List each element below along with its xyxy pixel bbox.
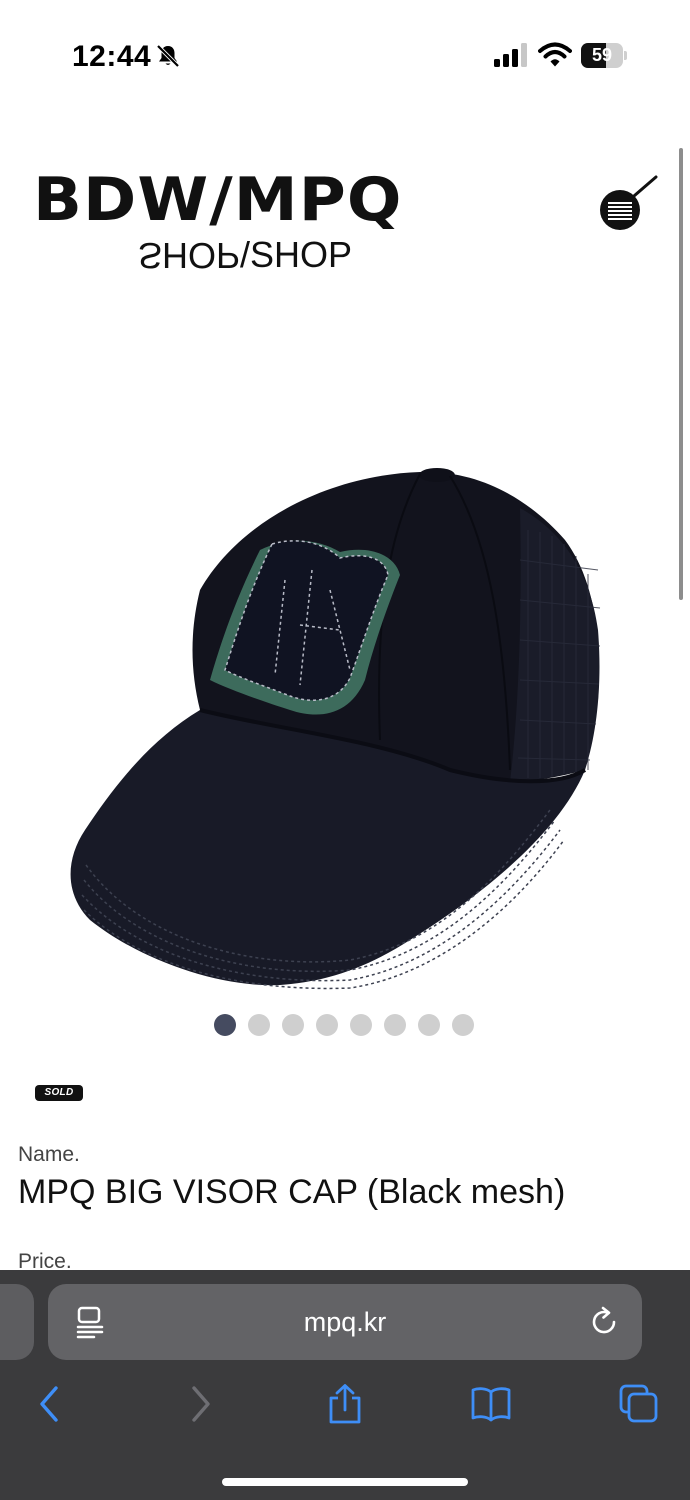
carousel-dot[interactable] (384, 1014, 406, 1036)
previous-tab-preview[interactable] (0, 1284, 34, 1360)
carousel-dot[interactable] (214, 1014, 236, 1036)
back-icon[interactable] (30, 1384, 70, 1424)
image-carousel-dots (214, 1014, 474, 1036)
address-bar[interactable]: mpq.kr (48, 1284, 642, 1360)
share-icon[interactable] (325, 1384, 365, 1424)
tabs-icon[interactable] (618, 1384, 658, 1424)
carousel-dot[interactable] (418, 1014, 440, 1036)
reader-icon[interactable] (76, 1306, 106, 1340)
product-name: MPQ BIG VISOR CAP (Black mesh) (18, 1173, 566, 1211)
battery-level-text: 59 (591, 45, 613, 65)
reload-icon[interactable] (588, 1306, 620, 1338)
carousel-dot[interactable] (350, 1014, 372, 1036)
carousel-dot[interactable] (282, 1014, 304, 1036)
carousel-dot[interactable] (452, 1014, 474, 1036)
forward-icon[interactable] (180, 1384, 220, 1424)
logo-subtitle-flipped: SHOP (138, 235, 241, 276)
carousel-dot[interactable] (248, 1014, 270, 1036)
battery-tip (624, 51, 627, 60)
hamburger-menu-icon[interactable] (598, 174, 660, 234)
logo-subtitle: SHOP/SHOP (138, 234, 353, 277)
sold-badge: SOLD (35, 1085, 83, 1101)
status-bar: 12:44 59 (0, 0, 690, 110)
home-indicator[interactable] (222, 1478, 468, 1486)
battery-body: 59 (581, 43, 623, 68)
scroll-indicator[interactable] (679, 148, 683, 600)
cellular-signal-icon (494, 43, 527, 67)
site-logo[interactable]: BDW/MPQ (33, 170, 403, 230)
bookmarks-icon[interactable] (471, 1384, 511, 1424)
carousel-dot[interactable] (316, 1014, 338, 1036)
page: 12:44 59 BDW/MPQ SHOP/SHOP SOLD Name. MP… (0, 0, 690, 1500)
name-label: Name. (18, 1143, 80, 1166)
bell-slash-icon (156, 44, 180, 68)
status-time: 12:44 (72, 40, 152, 73)
url-text: mpq.kr (303, 1307, 387, 1337)
battery-icon: 59 (581, 43, 627, 68)
wifi-icon (538, 42, 572, 67)
product-image[interactable] (50, 440, 620, 1000)
logo-subtitle-tail: /SHOP (240, 234, 353, 275)
